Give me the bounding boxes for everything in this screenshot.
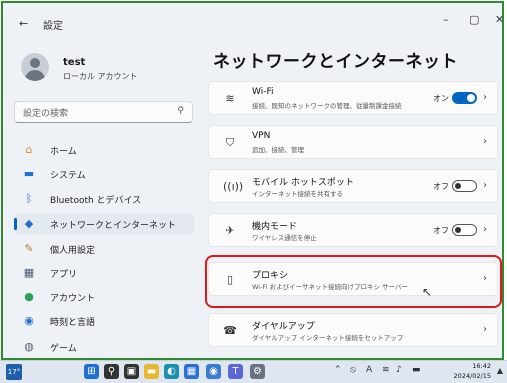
network-status-icon[interactable]: ⦸ — [350, 365, 356, 375]
page-title: ネットワークとインターネット — [213, 52, 458, 72]
clock-time[interactable]: 16:42 — [472, 362, 491, 370]
chevron-right-icon: › — [483, 180, 487, 191]
weather-widget[interactable]: 17° — [6, 364, 22, 380]
task-view-icon[interactable]: ▣ — [124, 364, 139, 379]
chevron-right-icon: › — [483, 136, 487, 147]
minimize-button[interactable]: – — [443, 13, 449, 26]
sidebar-item[interactable]: ● アカウント — [14, 286, 194, 308]
ime-icon[interactable]: A — [366, 365, 372, 375]
sidebar-item-label: 個人用設定 — [50, 246, 96, 256]
sidebar-item[interactable]: ▬ システム — [14, 163, 194, 185]
wifi-icon: ≋ — [225, 92, 235, 105]
title-bar: ← 設定 – ▢ ✕ — [3, 3, 504, 35]
proxy-highlight-box — [205, 255, 502, 308]
toggle-state-label: オフ — [433, 182, 449, 191]
toggle-state-label: オフ — [433, 226, 449, 235]
settings-card[interactable]: ☎ ダイヤルアップダイヤルアップ インターネット接続をセットアップ › — [208, 313, 498, 347]
toggle-switch[interactable] — [452, 180, 477, 192]
settings-icon[interactable]: ⚙ — [250, 364, 265, 379]
profile-name: test — [63, 57, 86, 68]
sidebar-item-label: 時刻と言語 — [50, 318, 96, 328]
card-title: ダイヤルアップ — [252, 322, 315, 332]
battery-icon[interactable]: ▬ — [412, 365, 421, 375]
settings-card[interactable]: ((ı)) モバイル ホットスポット インターネット接続を共有する オフ › — [208, 169, 498, 203]
toggle-switch[interactable] — [452, 92, 477, 104]
settings-card[interactable]: ≋ Wi-Fi 接続、既知のネットワークの管理、従量制課金接続 オン › — [208, 81, 498, 115]
airplane-icon: ✈ — [225, 224, 235, 237]
sidebar-item[interactable]: ᛒ Bluetooth とデバイス — [14, 188, 194, 210]
bluetooth-icon: ᛒ — [25, 192, 33, 205]
sidebar-item[interactable]: ◆ ネットワークとインターネット — [14, 213, 194, 235]
volume-icon[interactable]: ♪ — [396, 365, 402, 375]
sidebar-item[interactable]: ⌂ ホーム — [14, 139, 194, 161]
search-placeholder: 設定の検索 — [23, 109, 69, 119]
sidebar-item-label: アカウント — [50, 294, 96, 304]
edge-icon[interactable]: ◐ — [164, 364, 179, 379]
apps-icon: ▦ — [23, 266, 35, 279]
close-button[interactable]: ✕ — [495, 13, 504, 26]
person-icon: ● — [24, 290, 34, 303]
sidebar-item-label: ホーム — [50, 147, 77, 157]
clock-date[interactable]: 2024/02/15 — [454, 372, 491, 380]
chevron-right-icon: › — [483, 224, 487, 235]
windows-start-icon[interactable]: ⊞ — [84, 364, 99, 379]
notification-bell-icon[interactable]: ▲ — [497, 366, 503, 375]
display-icon: ▬ — [23, 167, 35, 180]
wifi-diamond-icon: ◆ — [24, 217, 34, 230]
brush-icon: ✎ — [24, 242, 34, 255]
chevron-right-icon: › — [483, 324, 487, 335]
card-title: モバイル ホットスポット — [252, 178, 354, 188]
sidebar-item-label: ネットワークとインターネット — [50, 221, 177, 231]
file-explorer-icon[interactable]: ▬ — [144, 364, 159, 379]
hotspot-icon: ((ı)) — [223, 180, 244, 193]
sidebar-item-label: システム — [50, 171, 86, 181]
shield-icon: ⛉ — [225, 136, 235, 149]
window-title: 設定 — [43, 21, 63, 32]
dialup-icon: ☎ — [223, 324, 237, 337]
teams-icon[interactable]: T — [228, 364, 243, 379]
store-icon[interactable]: ▦ — [184, 364, 199, 379]
card-title: Wi-Fi — [252, 87, 274, 97]
toggle-state-label: オン — [433, 94, 449, 103]
settings-card[interactable]: ⛉ VPN 追加、接続、管理 › — [208, 125, 498, 159]
avatar[interactable] — [21, 53, 49, 81]
card-title: 機内モード — [252, 222, 298, 232]
chevron-up-icon[interactable]: ⌃ — [334, 365, 342, 375]
card-subtitle: ダイヤルアップ インターネット接続をセットアップ — [252, 334, 404, 342]
back-arrow-icon[interactable]: ← — [19, 17, 28, 30]
profile-account-type: ローカル アカウント — [63, 72, 138, 81]
search-input[interactable]: 設定の検索 ⚲ — [14, 101, 193, 123]
card-subtitle: ワイヤレス通信を停止 — [252, 234, 317, 242]
gamepad-icon: ◍ — [24, 340, 34, 353]
card-subtitle: 追加、接続、管理 — [252, 146, 304, 154]
card-subtitle: 接続、既知のネットワークの管理、従量制課金接続 — [252, 102, 402, 110]
sidebar-item[interactable]: ▦ アプリ — [14, 262, 194, 284]
avatar-head-shape — [30, 58, 40, 68]
sidebar-item[interactable]: ◍ ゲーム — [14, 336, 194, 358]
sidebar-item-label: アプリ — [50, 270, 78, 280]
sidebar-item-label: Bluetooth とデバイス — [50, 196, 142, 206]
chrome-icon[interactable]: ◉ — [206, 364, 221, 379]
toggle-switch[interactable] — [452, 224, 477, 236]
globe-icon: ◉ — [24, 314, 34, 327]
wifi-icon[interactable]: ≋ — [382, 365, 390, 375]
avatar-body-shape — [25, 70, 45, 81]
search-icon[interactable]: ⚲ — [104, 364, 119, 379]
search-icon[interactable]: ⚲ — [177, 106, 184, 116]
mouse-cursor-icon: ↖ — [422, 285, 433, 299]
chevron-right-icon: › — [483, 92, 487, 103]
sidebar-item[interactable]: ◉ 時刻と言語 — [14, 310, 194, 332]
home-icon: ⌂ — [25, 143, 33, 156]
maximize-button[interactable]: ▢ — [469, 13, 479, 26]
taskbar: 17° ⊞ ⚲ ▣ ▬ ◐ ▦ ◉ T ⚙ ⌃ ⦸ A ≋ ♪ ▬ 16:42 2024/02/15 ▲ — [0, 360, 507, 383]
sidebar-item-label: ゲーム — [50, 344, 77, 354]
card-subtitle: インターネット接続を共有する — [252, 190, 343, 198]
sidebar-item[interactable]: ✎ 個人用設定 — [14, 238, 194, 260]
card-title: VPN — [252, 131, 271, 141]
settings-card[interactable]: ✈ 機内モードワイヤレス通信を停止 オフ › — [208, 213, 498, 247]
